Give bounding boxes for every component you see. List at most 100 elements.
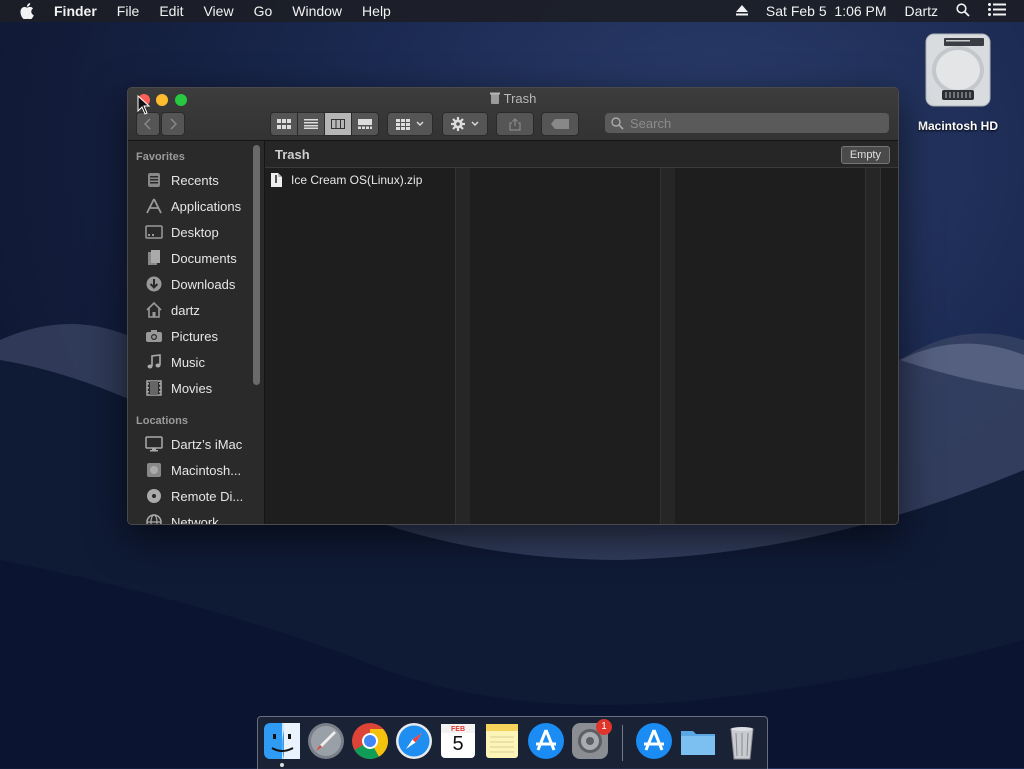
sidebar-item-desktop[interactable]: Desktop	[128, 219, 264, 245]
dock-trash[interactable]	[722, 721, 762, 761]
menubar-user[interactable]: Dartz	[905, 3, 938, 19]
share-icon	[509, 117, 521, 131]
action-button[interactable]	[442, 112, 488, 136]
sidebar-item-label: Applications	[171, 198, 242, 214]
icon-view-icon	[277, 119, 291, 129]
column-divider[interactable]	[660, 168, 676, 524]
sidebar-item-remote-disc[interactable]: Remote Di...	[128, 483, 264, 509]
dock-finder[interactable]	[262, 721, 302, 761]
search-field[interactable]	[605, 113, 889, 133]
dock-app-store[interactable]	[526, 721, 566, 761]
tags-button[interactable]	[541, 112, 579, 136]
sidebar-item-recents[interactable]: Recents	[128, 167, 264, 193]
column-1[interactable]: Ice Cream OS(Linux).zip	[265, 168, 455, 524]
empty-trash-button[interactable]: Empty	[840, 146, 890, 164]
file-row[interactable]: Ice Cream OS(Linux).zip	[271, 171, 422, 189]
home-icon	[144, 302, 164, 318]
sidebar-item-movies[interactable]: Movies	[128, 375, 264, 401]
menu-view[interactable]: View	[203, 3, 233, 19]
notification-center-icon[interactable]	[988, 3, 1006, 19]
downloads-icon	[144, 276, 164, 292]
dock-safari[interactable]	[394, 721, 434, 761]
view-gallery-button[interactable]	[351, 112, 379, 136]
view-columns-button[interactable]	[324, 112, 352, 136]
chrome-icon	[352, 723, 388, 759]
sidebar-item-network[interactable]: Network	[128, 509, 264, 524]
dock-launchpad[interactable]	[306, 721, 346, 761]
trash-header-title: Trash	[275, 147, 310, 162]
camera-icon	[144, 329, 164, 343]
menu-go[interactable]: Go	[254, 3, 273, 19]
menu-window[interactable]: Window	[292, 3, 342, 19]
sidebar-item-documents[interactable]: Documents	[128, 245, 264, 271]
movies-icon	[144, 380, 164, 396]
desktop-macintosh-hd[interactable]: Macintosh HD	[912, 32, 1004, 133]
app-store-icon	[636, 723, 672, 759]
window-title-text: Trash	[503, 91, 537, 106]
sidebar-item-home[interactable]: dartz	[128, 297, 264, 323]
trash-header-bar: Trash Empty	[265, 141, 898, 168]
recents-icon	[144, 172, 164, 188]
chevron-right-icon	[170, 118, 177, 130]
sidebar-item-imac[interactable]: Dartz’s iMac	[128, 431, 264, 457]
view-list-button[interactable]	[297, 112, 325, 136]
applications-icon	[144, 198, 164, 214]
back-button[interactable]	[136, 112, 160, 136]
list-view-icon	[304, 119, 318, 129]
app-store-icon	[528, 723, 564, 759]
menu-finder[interactable]: Finder	[54, 3, 97, 19]
sidebar-item-applications[interactable]: Applications	[128, 193, 264, 219]
gallery-view-icon	[358, 119, 372, 129]
dock-calendar[interactable]: FEB 5	[438, 721, 478, 761]
file-name: Ice Cream OS(Linux).zip	[291, 173, 423, 187]
sidebar-item-label: Music	[171, 354, 205, 370]
dock-running-indicator	[280, 763, 284, 767]
imac-icon	[144, 436, 164, 452]
sidebar-item-label: Documents	[171, 250, 237, 266]
column-view-icon	[331, 119, 345, 129]
column-divider[interactable]	[865, 168, 881, 524]
mouse-cursor-icon	[137, 95, 151, 115]
sidebar-item-label: Network	[171, 514, 219, 525]
folder-icon	[681, 731, 715, 755]
eject-icon[interactable]	[735, 3, 748, 19]
view-icons-button[interactable]	[270, 112, 298, 136]
share-button[interactable]	[496, 112, 534, 136]
menu-edit[interactable]: Edit	[159, 3, 183, 19]
sidebar-item-label: Pictures	[171, 328, 218, 344]
sidebar-item-macintosh-hd[interactable]: Macintosh...	[128, 457, 264, 483]
column-3[interactable]	[675, 168, 865, 524]
group-by-button[interactable]	[387, 112, 433, 136]
search-icon	[611, 116, 624, 130]
music-icon	[144, 354, 164, 370]
search-input[interactable]	[628, 114, 852, 132]
sidebar-item-label: Remote Di...	[171, 488, 244, 504]
column-divider[interactable]	[455, 168, 471, 524]
documents-icon	[144, 250, 164, 266]
sidebar-item-label: Recents	[171, 172, 219, 188]
dock-divider	[622, 725, 623, 761]
menu-bar: Finder File Edit View Go Window Help Sat…	[0, 0, 1024, 22]
dock-folder[interactable]	[678, 721, 718, 761]
sidebar-scrollbar[interactable]	[253, 145, 260, 385]
menu-file[interactable]: File	[117, 3, 140, 19]
spotlight-icon[interactable]	[956, 2, 970, 20]
window-titlebar[interactable]: Trash	[128, 88, 898, 141]
sidebar-item-pictures[interactable]: Pictures	[128, 323, 264, 349]
sidebar-item-music[interactable]: Music	[128, 349, 264, 375]
menu-help[interactable]: Help	[362, 3, 391, 19]
dock-notes[interactable]	[482, 721, 522, 761]
dock-chrome[interactable]	[350, 721, 390, 761]
menubar-clock[interactable]: Sat Feb 5 1:06 PM	[766, 3, 887, 19]
sidebar-item-downloads[interactable]: Downloads	[128, 271, 264, 297]
forward-button[interactable]	[161, 112, 185, 136]
column-browser: Trash Empty Ice Cream OS(Linux).zip	[265, 141, 898, 524]
sidebar-item-label: dartz	[171, 302, 200, 318]
desktop-icon	[144, 225, 164, 239]
finder-icon	[264, 723, 300, 759]
trash-icon	[730, 727, 754, 760]
apple-menu-icon[interactable]	[20, 3, 38, 19]
column-2[interactable]	[470, 168, 660, 524]
dock-app-store-alt[interactable]	[634, 721, 674, 761]
trash-title-icon	[489, 92, 500, 104]
